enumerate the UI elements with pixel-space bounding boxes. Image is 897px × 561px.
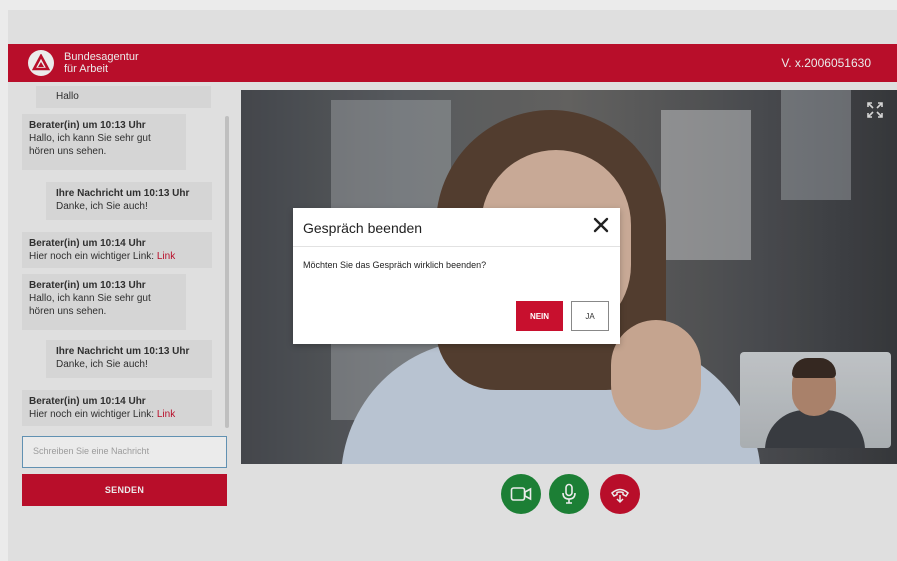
yes-button[interactable]: JA xyxy=(571,301,609,331)
dialog-title: Gespräch beenden xyxy=(303,220,423,236)
end-call-dialog: Gespräch beenden Möchten Sie das Gespräc… xyxy=(293,208,620,344)
dialog-divider xyxy=(293,246,620,247)
dialog-message: Möchten Sie das Gespräch wirklich beende… xyxy=(303,260,487,270)
close-icon[interactable] xyxy=(592,216,610,234)
no-button[interactable]: NEIN xyxy=(516,301,563,331)
